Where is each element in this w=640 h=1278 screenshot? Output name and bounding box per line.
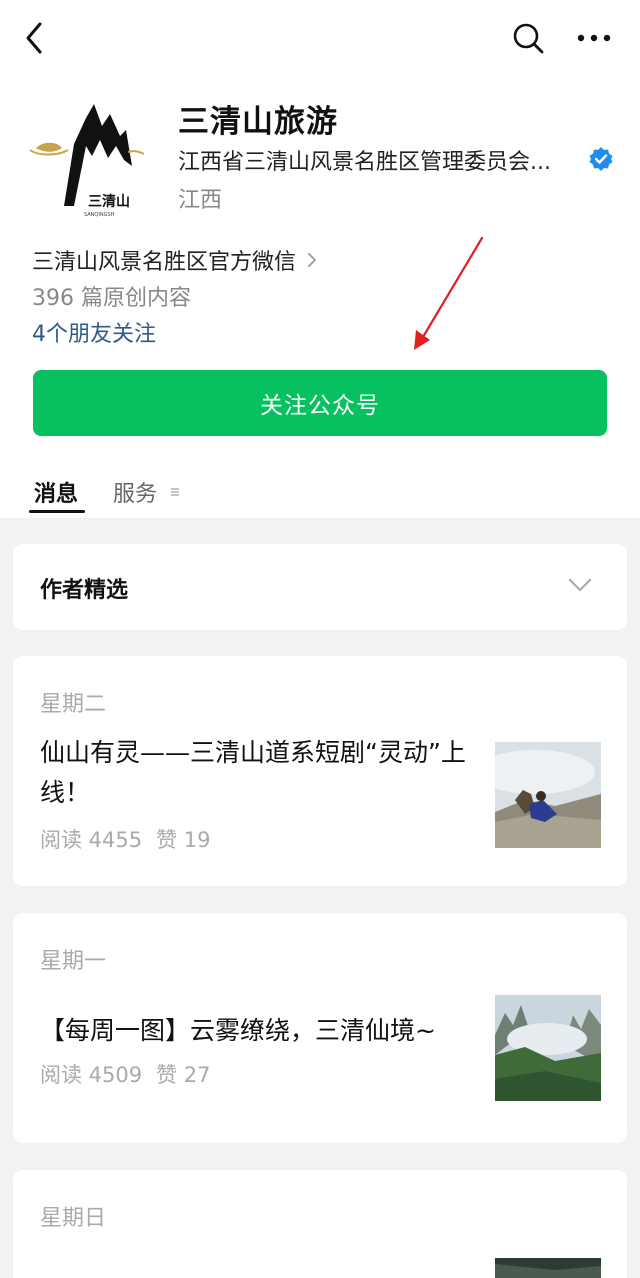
account-organization: 江西省三清山风景名胜区管理委员会...: [178, 150, 551, 175]
featured-title: 作者精选: [40, 578, 129, 603]
article-thumbnail[interactable]: [495, 995, 601, 1101]
article-card[interactable]: 星期一 【每周一图】云雾缭绕，三清仙境~ 阅读 4509 赞 27: [13, 913, 627, 1143]
article-title[interactable]: 【每周一图】云雾缭绕，三清仙境~: [40, 1011, 472, 1051]
friends-following-link[interactable]: 4个朋友关注: [32, 316, 156, 348]
article-stats: 阅读 4509 赞 27: [40, 1059, 211, 1089]
article-stats: 阅读 4455 赞 19: [40, 824, 211, 854]
account-logo[interactable]: 三清山 SANQINGSH: [28, 96, 148, 218]
content-tabs: 消息 服务: [0, 462, 640, 518]
more-horizontal-icon[interactable]: [574, 24, 614, 52]
article-thumbnail[interactable]: [495, 1258, 601, 1278]
annotation-arrow-icon: [414, 236, 484, 350]
description-text: 三清山风景名胜区官方微信: [32, 250, 297, 275]
top-bar: [0, 0, 640, 80]
article-day: 星期日: [40, 1206, 107, 1231]
chevron-down-icon[interactable]: [567, 576, 593, 594]
logo-subtext: SANQINGSH: [84, 212, 115, 218]
account-region: 江西: [178, 188, 223, 213]
active-tab-indicator: [29, 510, 85, 513]
like-count: 赞 27: [156, 1063, 211, 1087]
verified-badge-icon: [589, 147, 613, 171]
article-day: 星期二: [40, 692, 107, 717]
article-card[interactable]: 星期日: [13, 1170, 627, 1278]
account-description[interactable]: 三清山风景名胜区官方微信: [32, 244, 318, 276]
original-article-count: 396 篇原创内容: [32, 286, 191, 311]
like-count: 赞 19: [156, 828, 211, 852]
search-icon[interactable]: [510, 20, 546, 56]
featured-card[interactable]: 作者精选: [13, 544, 627, 630]
chevron-left-icon[interactable]: [20, 20, 52, 56]
logo-text: 三清山: [88, 193, 130, 210]
tab-messages[interactable]: 消息: [34, 476, 78, 508]
account-name: 三清山旅游: [178, 104, 338, 140]
message-feed: 作者精选 星期二 仙山有灵——三清山道系短剧“灵动”上线！ 阅读 4455 赞 1…: [0, 518, 640, 1278]
tab-services[interactable]: 服务: [113, 476, 181, 508]
tab-services-label: 服务: [113, 482, 158, 507]
follow-account-button[interactable]: 关注公众号: [33, 370, 607, 436]
account-profile: 三清山 SANQINGSH 三清山旅游 江西省三清山风景名胜区管理委员会... …: [0, 80, 640, 240]
read-count: 阅读 4455: [40, 828, 143, 852]
article-card[interactable]: 星期二 仙山有灵——三清山道系短剧“灵动”上线！ 阅读 4455 赞 19: [13, 656, 627, 886]
chevron-right-icon: [308, 253, 316, 267]
menu-icon: [171, 488, 180, 496]
article-thumbnail[interactable]: [495, 742, 601, 848]
read-count: 阅读 4509: [40, 1063, 143, 1087]
article-day: 星期一: [40, 949, 107, 974]
article-title[interactable]: 仙山有灵——三清山道系短剧“灵动”上线！: [40, 733, 472, 813]
